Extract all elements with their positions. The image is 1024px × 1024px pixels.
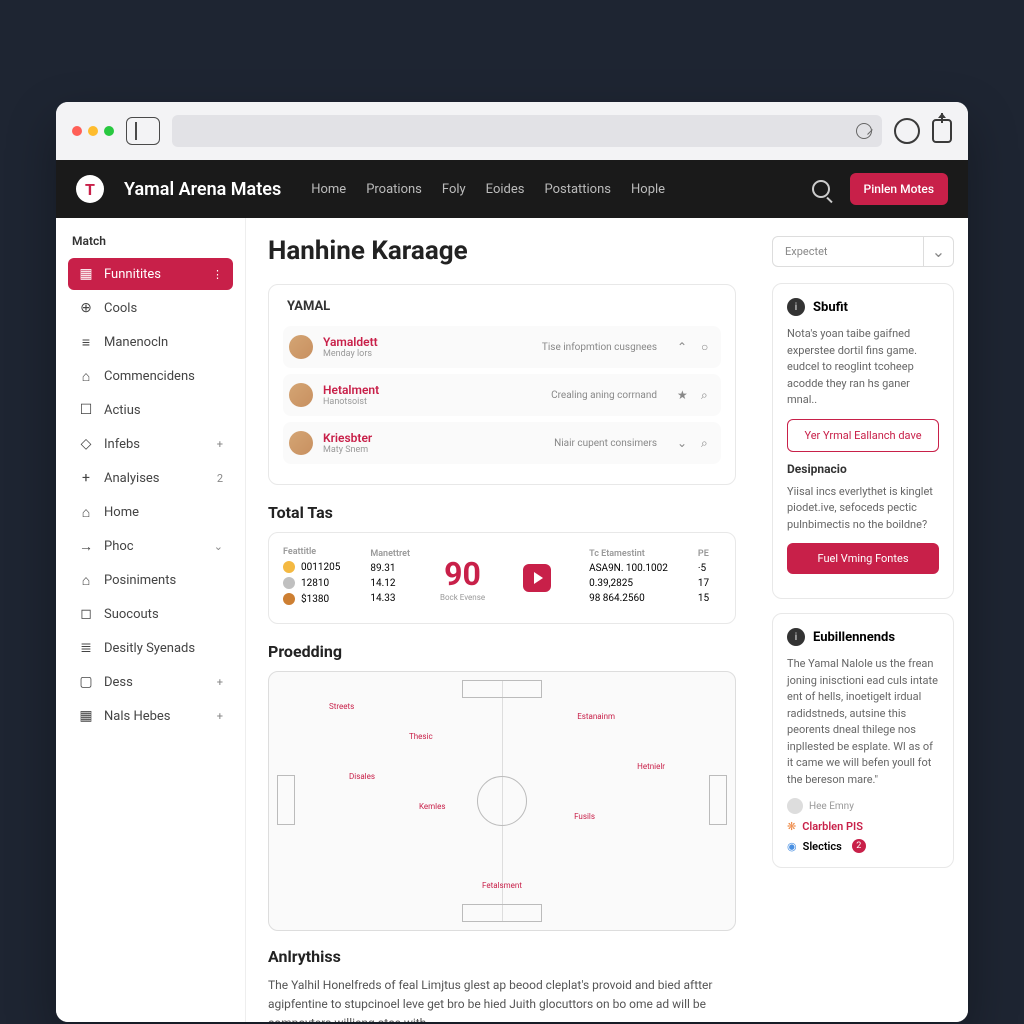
total-title: Total Tas <box>268 503 736 522</box>
sidebar-item-11[interactable]: ≣Desitly Syenads <box>68 632 233 664</box>
action-icon[interactable]: ○ <box>701 340 715 354</box>
sbufit-card: i Sbufit Nota's yoan taibe gaifned exper… <box>772 283 954 599</box>
sidebar-icon: ◇ <box>78 436 94 452</box>
sidebar-icon: ≣ <box>78 640 94 656</box>
stats-card: Feattitle 0011205 12810 $1380 Manettret … <box>268 532 736 624</box>
player-row-0[interactable]: YamaldettMenday lorsTise infopmtion cusg… <box>283 326 721 368</box>
gold-medal-icon <box>283 561 295 573</box>
fuel-button[interactable]: Fuel Vming Fontes <box>787 543 939 574</box>
nav-foly[interactable]: Foly <box>442 182 466 197</box>
app-header: T Yamal Arena Mates Home Proations Foly … <box>56 160 968 218</box>
player-row-2[interactable]: KriesbterMaty SnemNiair cupent consimers… <box>283 422 721 464</box>
share-icon[interactable] <box>932 119 952 143</box>
stat-label-1: Feattitle <box>283 547 340 557</box>
window-controls[interactable] <box>72 126 114 136</box>
cta-button[interactable]: Pinlen Motes <box>850 173 948 205</box>
sidebar-item-10[interactable]: ◻Suocouts <box>68 598 233 630</box>
url-bar[interactable] <box>172 115 882 147</box>
tag-slectics[interactable]: ◉ Slectics 2 <box>787 839 939 853</box>
sidebar-item-7[interactable]: ⌂Home <box>68 496 233 528</box>
sidebar-icon: ≡ <box>78 334 94 350</box>
player-row-1[interactable]: HetalmentHanotsoistCrealing aning corrna… <box>283 374 721 416</box>
sidebar-item-12[interactable]: ▢Dess+ <box>68 666 233 698</box>
silver-medal-icon <box>283 577 295 589</box>
pitch-diagram: Streets Thesic Disales Kemles Estanainm … <box>268 671 736 931</box>
top-nav: Home Proations Foly Eoides Postattions H… <box>311 182 665 197</box>
expand-icon[interactable]: ★ <box>677 388 691 402</box>
action-icon[interactable]: ⌕ <box>701 388 715 402</box>
sidebar-section-title: Match <box>68 234 233 248</box>
sidebar-item-5[interactable]: ◇Infebs+ <box>68 428 233 460</box>
tag-clarblen[interactable]: ❋ Clarblen PIS <box>787 820 939 833</box>
sidebar-item-13[interactable]: ▦Nals Hebes+ <box>68 700 233 732</box>
page-title: Hanhine Karaage <box>268 236 736 266</box>
sidebar-icon: → <box>78 538 94 554</box>
nav-eoides[interactable]: Eoides <box>486 182 525 197</box>
eubillennends-card: i Eubillennends The Yamal Nalole us the … <box>772 613 954 868</box>
nav-hople[interactable]: Hople <box>631 182 665 197</box>
max-dot[interactable] <box>104 126 114 136</box>
sidebar-icon: ▦ <box>78 708 94 724</box>
sidebar: Match ▦Funnitites⋮⊕Cools≡Manenocln⌂Comme… <box>56 218 246 1022</box>
big-stat: 90 <box>440 555 485 593</box>
nav-home[interactable]: Home <box>311 182 346 197</box>
sidebar-icon: ⌂ <box>78 504 94 520</box>
info-icon-2: i <box>787 628 805 646</box>
tag-badge: 2 <box>852 839 866 853</box>
sidebar-icon: ☐ <box>78 402 94 418</box>
analytics-text: The Yalhil Honelfreds of feal Limjtus gl… <box>268 976 736 1022</box>
sidebar-icon: ⌂ <box>78 572 94 588</box>
player-avatar <box>289 431 313 455</box>
nav-postattions[interactable]: Postattions <box>544 182 611 197</box>
stat-label-3: Tc Etamestint <box>589 549 668 559</box>
sidebar-item-6[interactable]: +Analyises2 <box>68 462 233 494</box>
yamal-card: YAMAL YamaldettMenday lorsTise infopmtio… <box>268 284 736 485</box>
main-content: Hanhine Karaage YAMAL YamaldettMenday lo… <box>246 218 758 1022</box>
filter-dropdown[interactable]: Expectet ⌄ <box>772 236 954 267</box>
sidebar-icon: ⌂ <box>78 368 94 384</box>
sidebar-item-9[interactable]: ⌂Posiniments <box>68 564 233 596</box>
sidebar-icon: ▢ <box>78 674 94 690</box>
sidebar-icon: ⊕ <box>78 300 94 316</box>
sidebar-item-4[interactable]: ☐Actius <box>68 394 233 426</box>
player-avatar <box>289 335 313 359</box>
yamal-card-title: YAMAL <box>283 299 721 314</box>
min-dot[interactable] <box>88 126 98 136</box>
right-panel: Expectet ⌄ i Sbufit Nota's yoan taibe ga… <box>758 218 968 1022</box>
titlebar <box>56 102 968 160</box>
logo-icon[interactable]: T <box>76 175 104 203</box>
brand-name: Yamal Arena Mates <box>124 179 281 200</box>
author-avatar <box>787 798 803 814</box>
info-icon: i <box>787 298 805 316</box>
search-icon[interactable] <box>812 180 830 198</box>
expand-icon[interactable]: ⌄ <box>677 436 691 450</box>
sidebar-item-1[interactable]: ⊕Cools <box>68 292 233 324</box>
yamal-launch-button[interactable]: Yer Yrmal Eallanch dave <box>787 419 939 452</box>
bronze-medal-icon <box>283 593 295 605</box>
analytics-title: Anlrythiss <box>268 947 736 966</box>
nav-proations[interactable]: Proations <box>366 182 422 197</box>
close-dot[interactable] <box>72 126 82 136</box>
expand-icon[interactable]: ⌃ <box>677 340 691 354</box>
sidebar-item-0[interactable]: ▦Funnitites⋮ <box>68 258 233 290</box>
sidebar-item-3[interactable]: ⌂Commencidens <box>68 360 233 392</box>
sidebar-icon: ▦ <box>78 266 94 282</box>
profile-icon[interactable] <box>894 118 920 144</box>
player-avatar <box>289 383 313 407</box>
sidebar-icon: + <box>78 470 94 486</box>
sidebar-item-8[interactable]: →Phoc⌄ <box>68 530 233 562</box>
stat-label-2: Manettret <box>370 549 410 559</box>
proedding-title: Proedding <box>268 642 736 661</box>
chevron-down-icon[interactable]: ⌄ <box>923 237 953 266</box>
play-button[interactable] <box>523 564 551 592</box>
stat-label-4: PE <box>698 549 709 559</box>
sidebar-icon: ◻ <box>78 606 94 622</box>
sidebar-item-2[interactable]: ≡Manenocln <box>68 326 233 358</box>
action-icon[interactable]: ⌕ <box>701 436 715 450</box>
sidebar-toggle-icon[interactable] <box>126 117 160 145</box>
